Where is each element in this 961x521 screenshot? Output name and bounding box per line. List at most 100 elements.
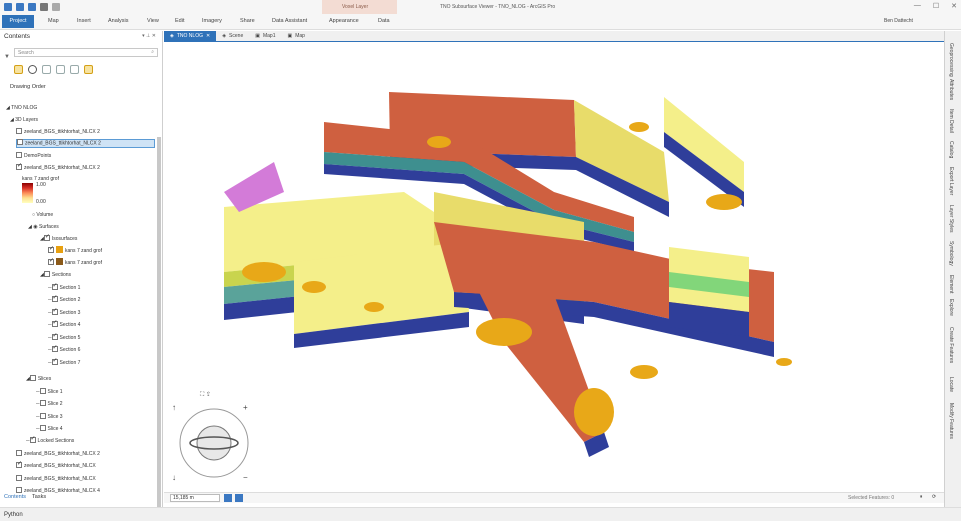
table-icon[interactable] xyxy=(235,494,243,502)
tab-insert[interactable]: Insert xyxy=(77,18,91,24)
slices-group[interactable]: ◢ Slices xyxy=(26,374,51,384)
scale-input[interactable]: 15,185 m xyxy=(170,494,220,502)
tab-tasks[interactable]: Tasks xyxy=(32,494,46,503)
new-project-icon[interactable] xyxy=(4,3,12,11)
list-by-editing-icon[interactable] xyxy=(56,64,65,74)
group-3d-layers[interactable]: ◢ 3D Layers xyxy=(10,116,38,125)
layer-item[interactable]: zeeland_BGS_ttikhtorhat_NLCX 2 xyxy=(16,162,100,173)
layer-checkbox[interactable] xyxy=(16,127,22,134)
layer-item-selected[interactable]: zeeland_BGS_ttikhtorhat_NLCX 2 xyxy=(16,139,155,148)
isosurfaces-checkbox[interactable] xyxy=(43,233,50,242)
close-button[interactable]: ✕ xyxy=(951,2,957,10)
section-checkbox[interactable] xyxy=(51,319,58,328)
layer-checkbox[interactable] xyxy=(17,139,23,145)
section-checkbox[interactable] xyxy=(51,282,58,291)
filter-icon[interactable]: ▼ xyxy=(4,54,10,60)
tab-map[interactable]: Map xyxy=(48,18,59,24)
python-status[interactable]: Python xyxy=(4,512,23,518)
open-project-icon[interactable] xyxy=(16,3,24,11)
slice-checkbox[interactable] xyxy=(39,387,46,394)
section-item[interactable]: ─Section 5 xyxy=(48,332,80,343)
dock-tab-item-detail[interactable]: Item Detail xyxy=(948,109,954,133)
layer-item[interactable]: zeeland_BGS_ttikhtorhat_NLCX xyxy=(16,460,96,471)
maximize-button[interactable]: ☐ xyxy=(933,2,939,10)
tab-analysis[interactable]: Analysis xyxy=(108,18,128,24)
list-by-selection-icon[interactable] xyxy=(42,64,51,74)
locked-sections-checkbox[interactable] xyxy=(29,435,36,444)
slice-checkbox[interactable] xyxy=(39,399,46,406)
minimize-button[interactable]: — xyxy=(914,2,921,10)
slice-checkbox[interactable] xyxy=(39,424,46,431)
tab-scene[interactable]: ◈ Scene xyxy=(216,31,249,42)
dock-tab-catalog[interactable]: Catalog xyxy=(948,141,954,158)
tab-share[interactable]: Share xyxy=(240,18,255,24)
locked-sections-item[interactable]: ─Locked Sections xyxy=(26,435,74,446)
section-item[interactable]: ─Section 7 xyxy=(48,357,80,368)
dock-tab-element[interactable]: Element xyxy=(948,275,954,293)
layer-checkbox[interactable] xyxy=(16,474,22,481)
layer-checkbox[interactable] xyxy=(16,460,22,469)
tab-tno-nlog[interactable]: ◈ TNO NLOG ✕ xyxy=(164,31,217,42)
map-node[interactable]: ◢ TNO NLOG xyxy=(6,104,37,113)
tab-map[interactable]: ▣ Map xyxy=(281,31,310,42)
dock-tab-geoprocessing[interactable]: Geoprocessing xyxy=(948,43,954,77)
section-item[interactable]: ─Section 6 xyxy=(48,344,80,355)
tab-map1[interactable]: ▣ Map1 xyxy=(249,31,281,42)
section-checkbox[interactable] xyxy=(51,357,58,366)
grid-icon[interactable] xyxy=(224,494,232,502)
sections-group[interactable]: ◢ Sections xyxy=(40,270,71,280)
surfaces-option[interactable]: ◢ ◉ Surfaces xyxy=(28,223,59,232)
pane-options[interactable]: ▾ ⊥ ✕ xyxy=(142,33,156,39)
section-item[interactable]: ─Section 4 xyxy=(48,319,80,330)
isosurfaces-group[interactable]: ◢Isosurfaces xyxy=(40,233,77,244)
tab-project[interactable]: Project xyxy=(2,15,34,28)
layer-checkbox[interactable] xyxy=(16,162,22,171)
tab-appearance[interactable]: Appearance xyxy=(329,18,359,24)
layer-checkbox[interactable] xyxy=(16,151,22,158)
pause-icon[interactable]: ⏸ xyxy=(920,494,923,500)
refresh-icon[interactable]: ⟳ xyxy=(932,494,936,500)
section-checkbox[interactable] xyxy=(51,307,58,316)
slice-item[interactable]: ─ Slice 3 xyxy=(36,412,63,422)
redo-icon[interactable] xyxy=(52,3,60,11)
slices-checkbox[interactable] xyxy=(29,374,36,381)
slice-item[interactable]: ─ Slice 4 xyxy=(36,424,63,434)
slice-checkbox[interactable] xyxy=(39,412,46,419)
isosurface-checkbox[interactable] xyxy=(48,245,54,254)
layer-item[interactable]: zeeland_BGS_ttikhtorhat_NLCX 2 xyxy=(16,127,100,137)
section-item[interactable]: ─Section 1 xyxy=(48,282,80,293)
dock-tab-export-layer[interactable]: Export Layer xyxy=(948,167,954,195)
scene-view[interactable] xyxy=(164,42,944,492)
dock-tab-explore[interactable]: Explore xyxy=(948,299,954,316)
layer-item[interactable]: DemoPoints xyxy=(16,151,51,161)
layer-item[interactable]: zeeland_BGS_ttikhtorhat_NLCX xyxy=(16,474,96,484)
sections-checkbox[interactable] xyxy=(43,270,50,277)
list-by-labeling-icon[interactable] xyxy=(84,64,93,74)
undo-icon[interactable] xyxy=(40,3,48,11)
list-by-drawing-order-icon[interactable] xyxy=(14,64,23,74)
contents-scrollbar[interactable] xyxy=(157,137,161,521)
tab-view[interactable]: View xyxy=(147,18,159,24)
dock-tab-locate[interactable]: Locate xyxy=(948,377,954,392)
section-item[interactable]: ─Section 3 xyxy=(48,307,80,318)
list-by-source-icon[interactable] xyxy=(28,64,37,74)
section-checkbox[interactable] xyxy=(51,294,58,303)
search-input[interactable]: Search ⌕ xyxy=(14,48,158,57)
tab-contents[interactable]: Contents xyxy=(4,494,26,503)
volume-option[interactable]: ○ Volume xyxy=(32,211,53,220)
layer-checkbox[interactable] xyxy=(16,449,22,456)
list-by-snapping-icon[interactable] xyxy=(70,64,79,74)
section-checkbox[interactable] xyxy=(51,344,58,353)
search-icon[interactable]: ⌕ xyxy=(151,49,154,55)
dock-tab-modify-features[interactable]: Modify Features xyxy=(948,403,954,439)
section-item[interactable]: ─Section 2 xyxy=(48,294,80,305)
isosurface-item[interactable]: kans 7 zand grof xyxy=(48,245,102,256)
close-icon[interactable]: ✕ xyxy=(206,31,210,42)
save-icon[interactable] xyxy=(28,3,36,11)
section-checkbox[interactable] xyxy=(51,332,58,341)
selected-features-status[interactable]: Selected Features: 0 xyxy=(848,495,894,501)
tab-data-assistant[interactable]: Data Assistant xyxy=(272,18,307,24)
dock-tab-symbology[interactable]: Symbology xyxy=(948,241,954,266)
isosurface-checkbox[interactable] xyxy=(48,257,54,266)
tab-edit[interactable]: Edit xyxy=(175,18,184,24)
